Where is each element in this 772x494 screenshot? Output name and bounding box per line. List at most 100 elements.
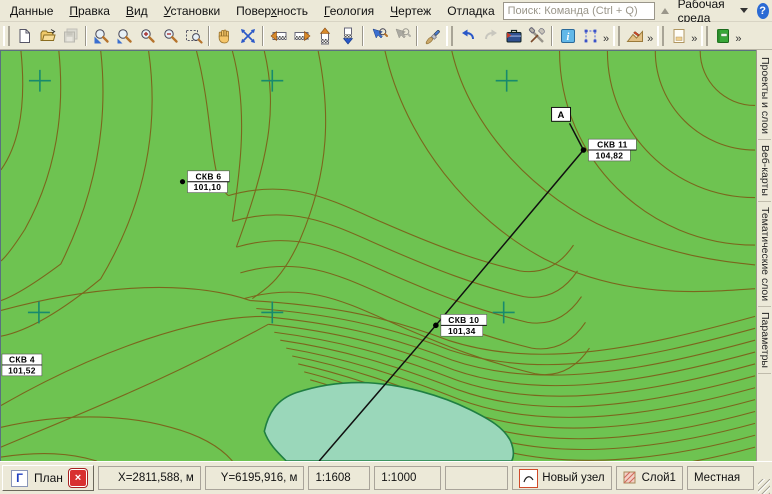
surface-edit-icon bbox=[626, 27, 644, 45]
zoom-window-button[interactable] bbox=[182, 24, 205, 48]
select-zoom-alt-icon bbox=[393, 27, 411, 45]
borehole-label-skv4[interactable]: СКВ 4 101,52 bbox=[2, 354, 42, 376]
sidebar-tab-3[interactable]: Параметры bbox=[758, 307, 771, 374]
menu-item-1[interactable]: Правка bbox=[61, 2, 118, 20]
menu-item-6[interactable]: Чертеж bbox=[382, 2, 439, 20]
undo-button[interactable] bbox=[456, 24, 479, 48]
drawing-sheet-icon bbox=[670, 27, 688, 45]
toolbar-separator bbox=[362, 26, 364, 46]
portfolio-button[interactable] bbox=[502, 24, 525, 48]
plan-view-tab[interactable]: Г План × bbox=[2, 465, 94, 491]
tools-icon bbox=[528, 27, 546, 45]
open-folder-button[interactable] bbox=[36, 24, 59, 48]
fence-selection-icon bbox=[582, 27, 600, 45]
toolbar: i » » » » bbox=[0, 22, 772, 50]
svg-text:101,34: 101,34 bbox=[448, 326, 476, 336]
new-node-icon bbox=[519, 469, 538, 488]
toolbar-overflow-chevron[interactable]: » bbox=[602, 30, 611, 49]
sidebar-tab-1[interactable]: Веб-карты bbox=[758, 140, 771, 202]
y-coordinate-readout: Y=6195,916, м bbox=[205, 466, 305, 490]
main-area: А СКВ 6 101,10 СКВ 11 104,82 bbox=[0, 50, 772, 461]
close-plan-tab-button[interactable]: × bbox=[69, 469, 87, 487]
toolbar-grip[interactable] bbox=[657, 26, 664, 46]
new-document-button[interactable] bbox=[13, 24, 36, 48]
svg-text:СКВ 4: СКВ 4 bbox=[9, 355, 35, 365]
toolbar-separator bbox=[551, 26, 553, 46]
tools-button[interactable] bbox=[525, 24, 548, 48]
help-button[interactable]: ? bbox=[757, 3, 769, 19]
layer-label: Слой1 bbox=[642, 472, 676, 484]
info-button[interactable]: i bbox=[556, 24, 579, 48]
sidebar-tab-2[interactable]: Тематические слои bbox=[758, 202, 771, 307]
fence-selection-button[interactable] bbox=[579, 24, 602, 48]
toolbar-grip[interactable] bbox=[613, 26, 620, 46]
sidebar-tabs: Проекты и слоиВеб-картыТематические слои… bbox=[756, 50, 772, 461]
survey-scale-selector[interactable]: 1:1000 bbox=[374, 466, 441, 490]
menu-item-3[interactable]: Установки bbox=[156, 2, 229, 20]
toolbar-separator bbox=[262, 26, 264, 46]
brush-button[interactable] bbox=[421, 24, 444, 48]
zoom-previous-button[interactable] bbox=[113, 24, 136, 48]
select-zoom-button[interactable] bbox=[367, 24, 390, 48]
view-scale-readout: 1:1608 bbox=[308, 466, 370, 490]
toolbar-grip[interactable] bbox=[701, 26, 708, 46]
toolbar-grip[interactable] bbox=[3, 26, 10, 46]
geology-book-icon bbox=[714, 27, 732, 45]
zoom-initial-icon bbox=[93, 27, 111, 45]
drawing-sheet-button[interactable] bbox=[667, 24, 690, 48]
menu-item-0[interactable]: Данные bbox=[2, 2, 61, 20]
borehole-label-skv10[interactable]: СКВ 10 101,34 bbox=[441, 314, 487, 336]
zoom-initial-button[interactable] bbox=[90, 24, 113, 48]
scroll-right-button[interactable] bbox=[290, 24, 313, 48]
toolbar-grip[interactable] bbox=[446, 26, 453, 46]
scroll-left-button[interactable] bbox=[267, 24, 290, 48]
portfolio-icon bbox=[505, 27, 523, 45]
profile-node-label-a[interactable]: А bbox=[552, 107, 571, 121]
command-search-input[interactable] bbox=[503, 2, 655, 20]
status-bar: Г План × X=2811,588, м Y=6195,916, м 1:1… bbox=[0, 461, 772, 494]
coordinate-system-selector[interactable]: Местная bbox=[687, 466, 754, 490]
x-coordinate-readout: X=2811,588, м bbox=[98, 466, 201, 490]
new-document-icon bbox=[16, 27, 34, 45]
chevron-down-icon bbox=[740, 8, 748, 13]
scroll-down-button[interactable] bbox=[336, 24, 359, 48]
open-folder-icon bbox=[39, 27, 57, 45]
redo-icon bbox=[482, 27, 500, 45]
borehole-label-skv6[interactable]: СКВ 6 101,10 bbox=[188, 171, 230, 193]
empty-status-panel bbox=[445, 466, 508, 490]
menu-item-7[interactable]: Отладка bbox=[439, 2, 502, 20]
surface-edit-button[interactable] bbox=[623, 24, 646, 48]
menu-item-2[interactable]: Вид bbox=[118, 2, 156, 20]
map-canvas[interactable]: А СКВ 6 101,10 СКВ 11 104,82 bbox=[0, 50, 756, 461]
active-layer-selector[interactable]: Слой1 bbox=[616, 466, 683, 490]
geology-book-button[interactable] bbox=[711, 24, 734, 48]
toolbar-overflow-chevron[interactable]: » bbox=[690, 30, 699, 49]
window-resize-grip[interactable] bbox=[758, 479, 770, 494]
toolbar-overflow-chevron[interactable]: » bbox=[734, 30, 743, 49]
zoom-in-button[interactable] bbox=[136, 24, 159, 48]
toolbar-separator bbox=[416, 26, 418, 46]
fit-extents-button[interactable] bbox=[236, 24, 259, 48]
select-zoom-icon bbox=[370, 27, 388, 45]
scroll-up-button[interactable] bbox=[313, 24, 336, 48]
mode-label: Новый узел bbox=[542, 472, 604, 484]
info-icon: i bbox=[559, 27, 577, 45]
menu-item-4[interactable]: Поверхность bbox=[228, 2, 316, 20]
pan-hand-button[interactable] bbox=[213, 24, 236, 48]
zoom-window-icon bbox=[185, 27, 203, 45]
undo-icon bbox=[459, 27, 477, 45]
menu-item-5[interactable]: Геология bbox=[316, 2, 382, 20]
application-window: ДанныеПравкаВидУстановкиПоверхностьГеоло… bbox=[0, 0, 772, 494]
collapse-toolbar-icon[interactable] bbox=[661, 8, 669, 14]
save-all-button bbox=[59, 24, 82, 48]
menu-bar: ДанныеПравкаВидУстановкиПоверхностьГеоло… bbox=[0, 0, 772, 22]
mode-indicator[interactable]: Новый узел bbox=[512, 466, 611, 490]
toolbar-overflow-chevron[interactable]: » bbox=[646, 30, 655, 49]
redo-button bbox=[479, 24, 502, 48]
zoom-out-button[interactable] bbox=[159, 24, 182, 48]
borehole-label-skv11[interactable]: СКВ 11 104,82 bbox=[588, 139, 636, 161]
sidebar-tab-0[interactable]: Проекты и слои bbox=[758, 52, 771, 140]
toolbar-separator bbox=[208, 26, 210, 46]
map-svg[interactable]: А СКВ 6 101,10 СКВ 11 104,82 bbox=[1, 51, 756, 461]
toolbar-separator bbox=[85, 26, 87, 46]
